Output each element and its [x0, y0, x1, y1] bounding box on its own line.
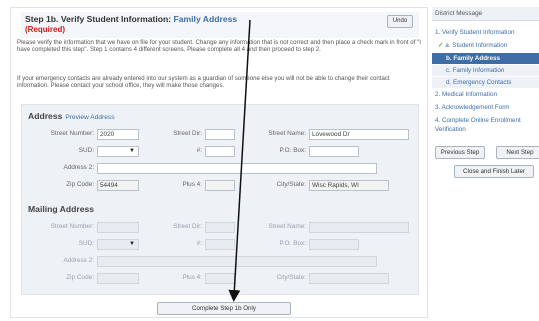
page-title: Step 1b. Verify Student Information: Fam…: [25, 14, 237, 24]
po-box-label: P.O. Box:: [279, 147, 306, 154]
step-header: Step 1b. Verify Student Information: Fam…: [21, 12, 419, 38]
mailing-street-dir-field[interactable]: [205, 222, 235, 233]
street-dir-label: Street Dir:: [173, 130, 202, 137]
sidebar-item-acknowledgement[interactable]: 3. Acknowledgement Form: [432, 102, 539, 113]
mailing-street-number-field[interactable]: [97, 222, 139, 233]
close-finish-later-button[interactable]: Close and Finish Later: [454, 165, 534, 178]
street-name-field[interactable]: Lovewood Dr: [309, 129, 409, 140]
preview-address-link[interactable]: Preview Address: [65, 114, 114, 121]
next-step-button[interactable]: Next Step: [496, 146, 539, 159]
mailing-city-state-field[interactable]: [309, 273, 389, 284]
sidebar-item-verification[interactable]: Verification: [432, 124, 539, 135]
checkmark-icon: ✓: [438, 42, 444, 49]
mailing-address2-label: Address 2:: [63, 257, 94, 264]
street-name-label: Street Name:: [268, 130, 306, 137]
required-label: (Required): [25, 25, 65, 34]
po-box-field[interactable]: [309, 146, 359, 157]
sud-label: SUD:: [78, 147, 94, 154]
mailing-street-name-label: Street Name:: [268, 223, 306, 230]
mailing-address-title: Mailing Address: [28, 204, 95, 214]
mailing-po-box-label: P.O. Box:: [279, 240, 306, 247]
mailing-hash-label: #:: [196, 240, 202, 247]
zip-code-field[interactable]: 54494: [97, 180, 139, 191]
main-content: Step 1b. Verify Student Information: Fam…: [10, 7, 428, 318]
sidebar-item-medical[interactable]: 2. Medical Information: [432, 89, 539, 100]
mailing-sud-label: SUD:: [78, 240, 94, 247]
mailing-street-name-field[interactable]: [309, 222, 409, 233]
undo-button[interactable]: Undo: [387, 15, 413, 28]
mailing-address2-field[interactable]: [97, 256, 377, 267]
mailing-street-number-label: Street Number:: [50, 223, 94, 230]
hash-label: #:: [196, 147, 202, 154]
city-state-label: City/State:: [276, 181, 306, 188]
mailing-sud-select[interactable]: ▼: [97, 239, 139, 250]
instructions-text: Please verify the information that we ha…: [17, 39, 421, 54]
mailing-plus4-label: Plus 4:: [182, 274, 202, 281]
address-section-title: Address Preview Address: [28, 111, 115, 121]
title-prefix: Step 1b. Verify Student Information:: [25, 14, 174, 24]
sidebar-item-student-info[interactable]: ✓ a. Student Information: [432, 40, 539, 51]
mailing-street-dir-label: Street Dir:: [173, 223, 202, 230]
mailing-plus4-field[interactable]: [205, 273, 235, 284]
district-message-header[interactable]: District Message: [432, 7, 539, 21]
address-heading: Address: [28, 111, 63, 121]
sud-select[interactable]: ▼: [97, 146, 139, 157]
address2-label: Address 2:: [63, 164, 94, 171]
chevron-down-icon: ▼: [129, 148, 135, 154]
address-panel: Address Preview Address Street Number: 20…: [21, 104, 419, 295]
address2-field[interactable]: [97, 163, 377, 174]
city-state-field[interactable]: Wisc Rapids, WI: [309, 180, 389, 191]
title-accent: Family Address: [173, 14, 238, 24]
plus4-field[interactable]: [205, 180, 235, 191]
previous-step-button[interactable]: Previous Step: [435, 146, 485, 159]
sidebar-item-family-address[interactable]: b. Family Address: [432, 53, 539, 64]
street-dir-field[interactable]: [205, 129, 235, 140]
mailing-zip-code-label: Zip Code:: [66, 274, 94, 281]
mailing-zip-code-field[interactable]: [97, 273, 139, 284]
mailing-hash-field[interactable]: [205, 239, 235, 250]
emergency-contacts-note: If your emergency contacts are already e…: [17, 75, 390, 90]
mailing-po-box-field[interactable]: [309, 239, 359, 250]
sidebar-item-family-info[interactable]: c. Family Information: [432, 65, 539, 76]
complete-step-button[interactable]: Complete Step 1b Only: [157, 302, 291, 315]
hash-field[interactable]: [205, 146, 235, 157]
sidebar-item-verify-student[interactable]: 1. Verify Student Information: [432, 27, 539, 38]
chevron-down-icon: ▼: [129, 241, 135, 247]
street-number-field[interactable]: 2020: [97, 129, 139, 140]
sidebar-item-emergency-contacts[interactable]: d. Emergency Contacts: [432, 77, 539, 88]
plus4-label: Plus 4:: [182, 181, 202, 188]
street-number-label: Street Number:: [50, 130, 94, 137]
zip-code-label: Zip Code:: [66, 181, 94, 188]
mailing-city-state-label: City/State:: [276, 274, 306, 281]
sidebar: District Message 1. Verify Student Infor…: [432, 7, 539, 318]
